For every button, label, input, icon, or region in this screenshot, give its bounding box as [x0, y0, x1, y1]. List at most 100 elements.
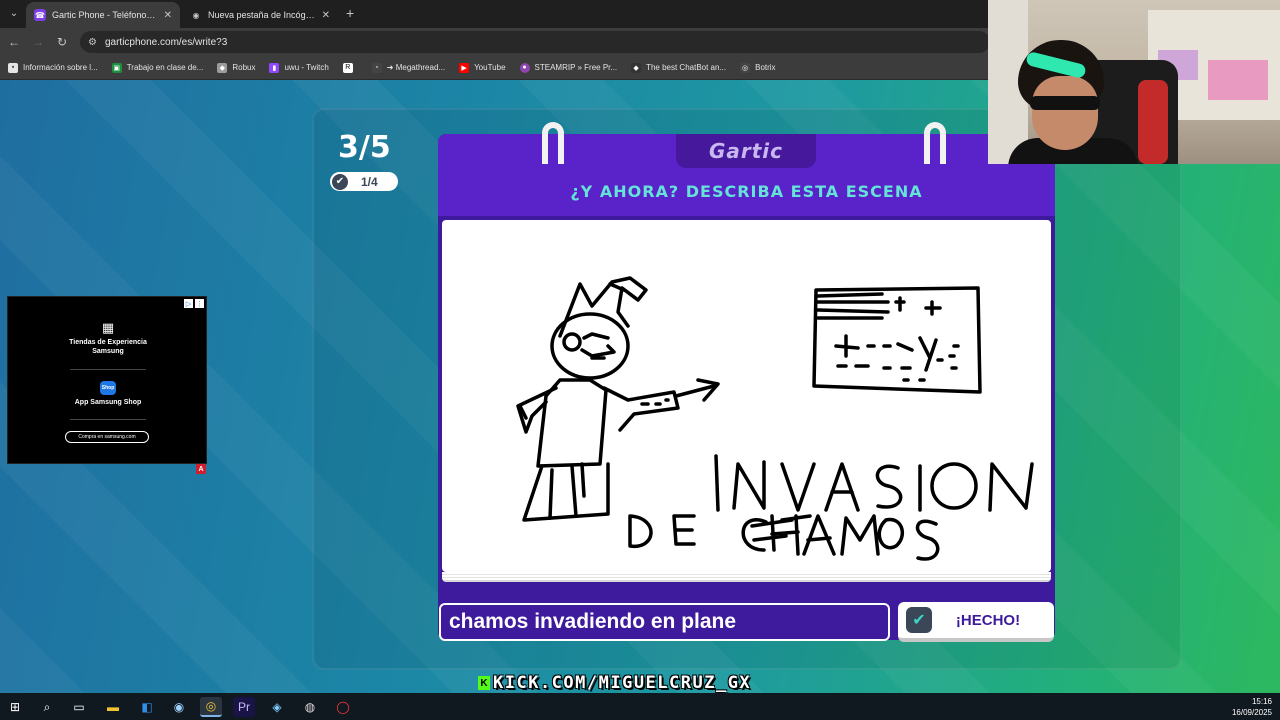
- webcam-shelf-box: [1208, 60, 1268, 100]
- roblox-icon: ▪: [8, 62, 18, 73]
- gaming-chair-accent: [1138, 80, 1168, 164]
- ad-choices-icon[interactable]: ▷: [184, 299, 193, 308]
- binder-ring-icon: [924, 122, 946, 164]
- drawing-canvas: [442, 220, 1051, 572]
- botrix-icon: ◎: [740, 62, 751, 73]
- premiere-icon[interactable]: Pr: [233, 697, 255, 717]
- progress-count: 1/4: [361, 174, 378, 189]
- close-tab-icon[interactable]: ✕: [164, 10, 172, 21]
- close-tab-icon[interactable]: ✕: [322, 10, 330, 21]
- roblox-icon: ◆: [217, 62, 228, 73]
- binder-ring-icon: [542, 122, 564, 164]
- bookmark-label: Botrix: [755, 63, 776, 72]
- ad-close-icon[interactable]: ⋮: [195, 299, 204, 308]
- bookmark-label: Trabajo en clase de...: [126, 63, 204, 72]
- progress-pill: ✔ 1/4: [330, 172, 398, 191]
- bookmark-item[interactable]: ▪ Información sobre l...: [8, 62, 98, 73]
- bookmark-item[interactable]: ● STEAMRIP » Free Pr...: [519, 62, 618, 73]
- ad-line3: App Samsung Shop: [74, 399, 142, 406]
- done-button[interactable]: ✔ ¡HECHO!: [898, 602, 1054, 642]
- scene-card: Gartic ¿Y AHORA? DESCRIBA ESTA ESCENA: [438, 122, 1055, 640]
- opera-icon[interactable]: ◯: [332, 697, 354, 717]
- round-counter: 3/5: [338, 130, 391, 165]
- tab-search-icon[interactable]: ⌄: [6, 6, 22, 22]
- bookmark-label: Robux: [232, 63, 256, 72]
- logo-text: Gartic: [708, 139, 784, 163]
- bookmark-item[interactable]: ▶ YouTube: [459, 62, 506, 73]
- chrome-icon[interactable]: ◎: [200, 697, 222, 717]
- file-explorer-icon[interactable]: ▬: [102, 697, 124, 717]
- steam-icon[interactable]: ◉: [168, 697, 190, 717]
- done-label: ¡HECHO!: [955, 611, 1021, 629]
- site-info-icon[interactable]: ⚙: [88, 37, 97, 48]
- url-text: garticphone.com/es/write?3: [104, 36, 228, 48]
- link-icon: ▫: [371, 62, 382, 73]
- new-tab-icon[interactable]: +: [346, 6, 354, 20]
- forward-icon[interactable]: →: [30, 34, 46, 50]
- bookmark-label: STEAMRIP » Free Pr...: [534, 63, 618, 72]
- samsung-shop-icon: Shop: [100, 381, 116, 395]
- kick-url: KICK.COM/MIGUELCRUZ_GX: [493, 673, 752, 693]
- classroom-icon: ▣: [111, 62, 122, 73]
- gartic-page: 3/5 ✔ 1/4 Gartic ¿Y AHORA? DESCRIBA ESTA…: [0, 80, 1280, 693]
- address-bar[interactable]: ⚙ garticphone.com/es/write?3: [80, 31, 990, 53]
- app-icon[interactable]: ◈: [266, 697, 288, 717]
- ad-info[interactable]: ▷ ⋮: [184, 299, 204, 308]
- ad-shop-block: Shop App Samsung Shop: [8, 381, 208, 407]
- incognito-icon: ◉: [192, 10, 200, 20]
- bookmark-item[interactable]: ◆ The best ChatBot an...: [631, 62, 727, 73]
- bookmark-label: Información sobre l...: [23, 63, 98, 72]
- ad-badge-icon: A: [196, 464, 206, 474]
- task-view-icon[interactable]: ▭: [68, 697, 90, 717]
- bookmark-label: The best ChatBot an...: [646, 63, 727, 72]
- ad-divider: [70, 369, 146, 370]
- windows-start-icon[interactable]: ⊞: [4, 697, 26, 717]
- streamer-face: [1032, 76, 1098, 150]
- bookmark-item[interactable]: R: [342, 62, 358, 73]
- outlook-icon[interactable]: ◧: [136, 697, 158, 717]
- ad-divider: [70, 419, 146, 420]
- bookmark-item[interactable]: ▫ ➜ Megathread...: [371, 62, 446, 73]
- notebook-pages-edge: [442, 572, 1051, 582]
- reload-icon[interactable]: ↻: [54, 34, 70, 50]
- check-icon: ✔: [906, 607, 932, 633]
- gartic-phone-icon: ☎: [34, 9, 46, 21]
- clock-time: 15:16: [1251, 697, 1272, 706]
- scene-drawing: [516, 276, 1034, 561]
- tab-title: Gartic Phone - Teléfono Descon: [52, 10, 158, 20]
- bookmark-item[interactable]: ◎ Botrix: [740, 62, 776, 73]
- samsung-ad[interactable]: ▷ ⋮ ▦ Tiendas de Experiencia Samsung Sho…: [7, 296, 207, 464]
- system-clock[interactable]: 15:16 16/09/2025: [1232, 696, 1272, 718]
- webcam-overlay: [988, 0, 1280, 164]
- kick-banner: K KICK.COM/MIGUELCRUZ_GX: [478, 673, 784, 693]
- windows-taskbar: ⊞ ⌕ ▭ ▬ ◧ ◉ ◎ Pr ◈ ◍ ◯ 15:16 16/09/2025: [0, 693, 1280, 720]
- youtube-icon: ▶: [459, 62, 470, 73]
- bookmark-item[interactable]: ▮ uwu - Twitch: [269, 62, 329, 73]
- tab-title: Nueva pestaña de Incógnito: [208, 10, 316, 20]
- streamer-glasses: [1030, 96, 1100, 110]
- bookmark-label: ➜ Megathread...: [386, 63, 446, 72]
- bookmark-item[interactable]: ◆ Robux: [217, 62, 256, 73]
- search-icon[interactable]: ⌕: [36, 697, 58, 717]
- kick-logo-icon: K: [478, 676, 490, 690]
- store-icon: ▦: [101, 320, 115, 335]
- answer-input[interactable]: [439, 603, 890, 641]
- steamrip-icon: ●: [519, 62, 530, 73]
- bookmark-item[interactable]: ▣ Trabajo en clase de...: [111, 62, 204, 73]
- bookmark-label: uwu - Twitch: [284, 63, 329, 72]
- check-icon: ✔: [332, 173, 348, 190]
- twitch-icon: ▮: [269, 62, 280, 73]
- instruction-title: ¿Y AHORA? DESCRIBA ESTA ESCENA: [570, 182, 923, 201]
- clock-date: 16/09/2025: [1231, 708, 1272, 717]
- ad-store-block: ▦ Tiendas de Experiencia Samsung: [8, 321, 208, 356]
- chatbot-icon: ◆: [631, 62, 642, 73]
- ad-line1: Tiendas de Experiencia: [69, 339, 147, 346]
- obs-icon[interactable]: ◍: [299, 697, 321, 717]
- ad-line2: Samsung: [92, 348, 124, 355]
- ad-cta-button[interactable]: Compra en samsung.com: [65, 431, 149, 443]
- tab-gartic-phone[interactable]: ☎ Gartic Phone - Teléfono Descon ✕: [26, 2, 180, 28]
- tab-incognito[interactable]: ◉ Nueva pestaña de Incógnito ✕: [182, 2, 338, 28]
- r-icon: R: [342, 62, 353, 73]
- back-icon[interactable]: ←: [6, 34, 22, 50]
- gartic-logo: Gartic: [676, 134, 816, 168]
